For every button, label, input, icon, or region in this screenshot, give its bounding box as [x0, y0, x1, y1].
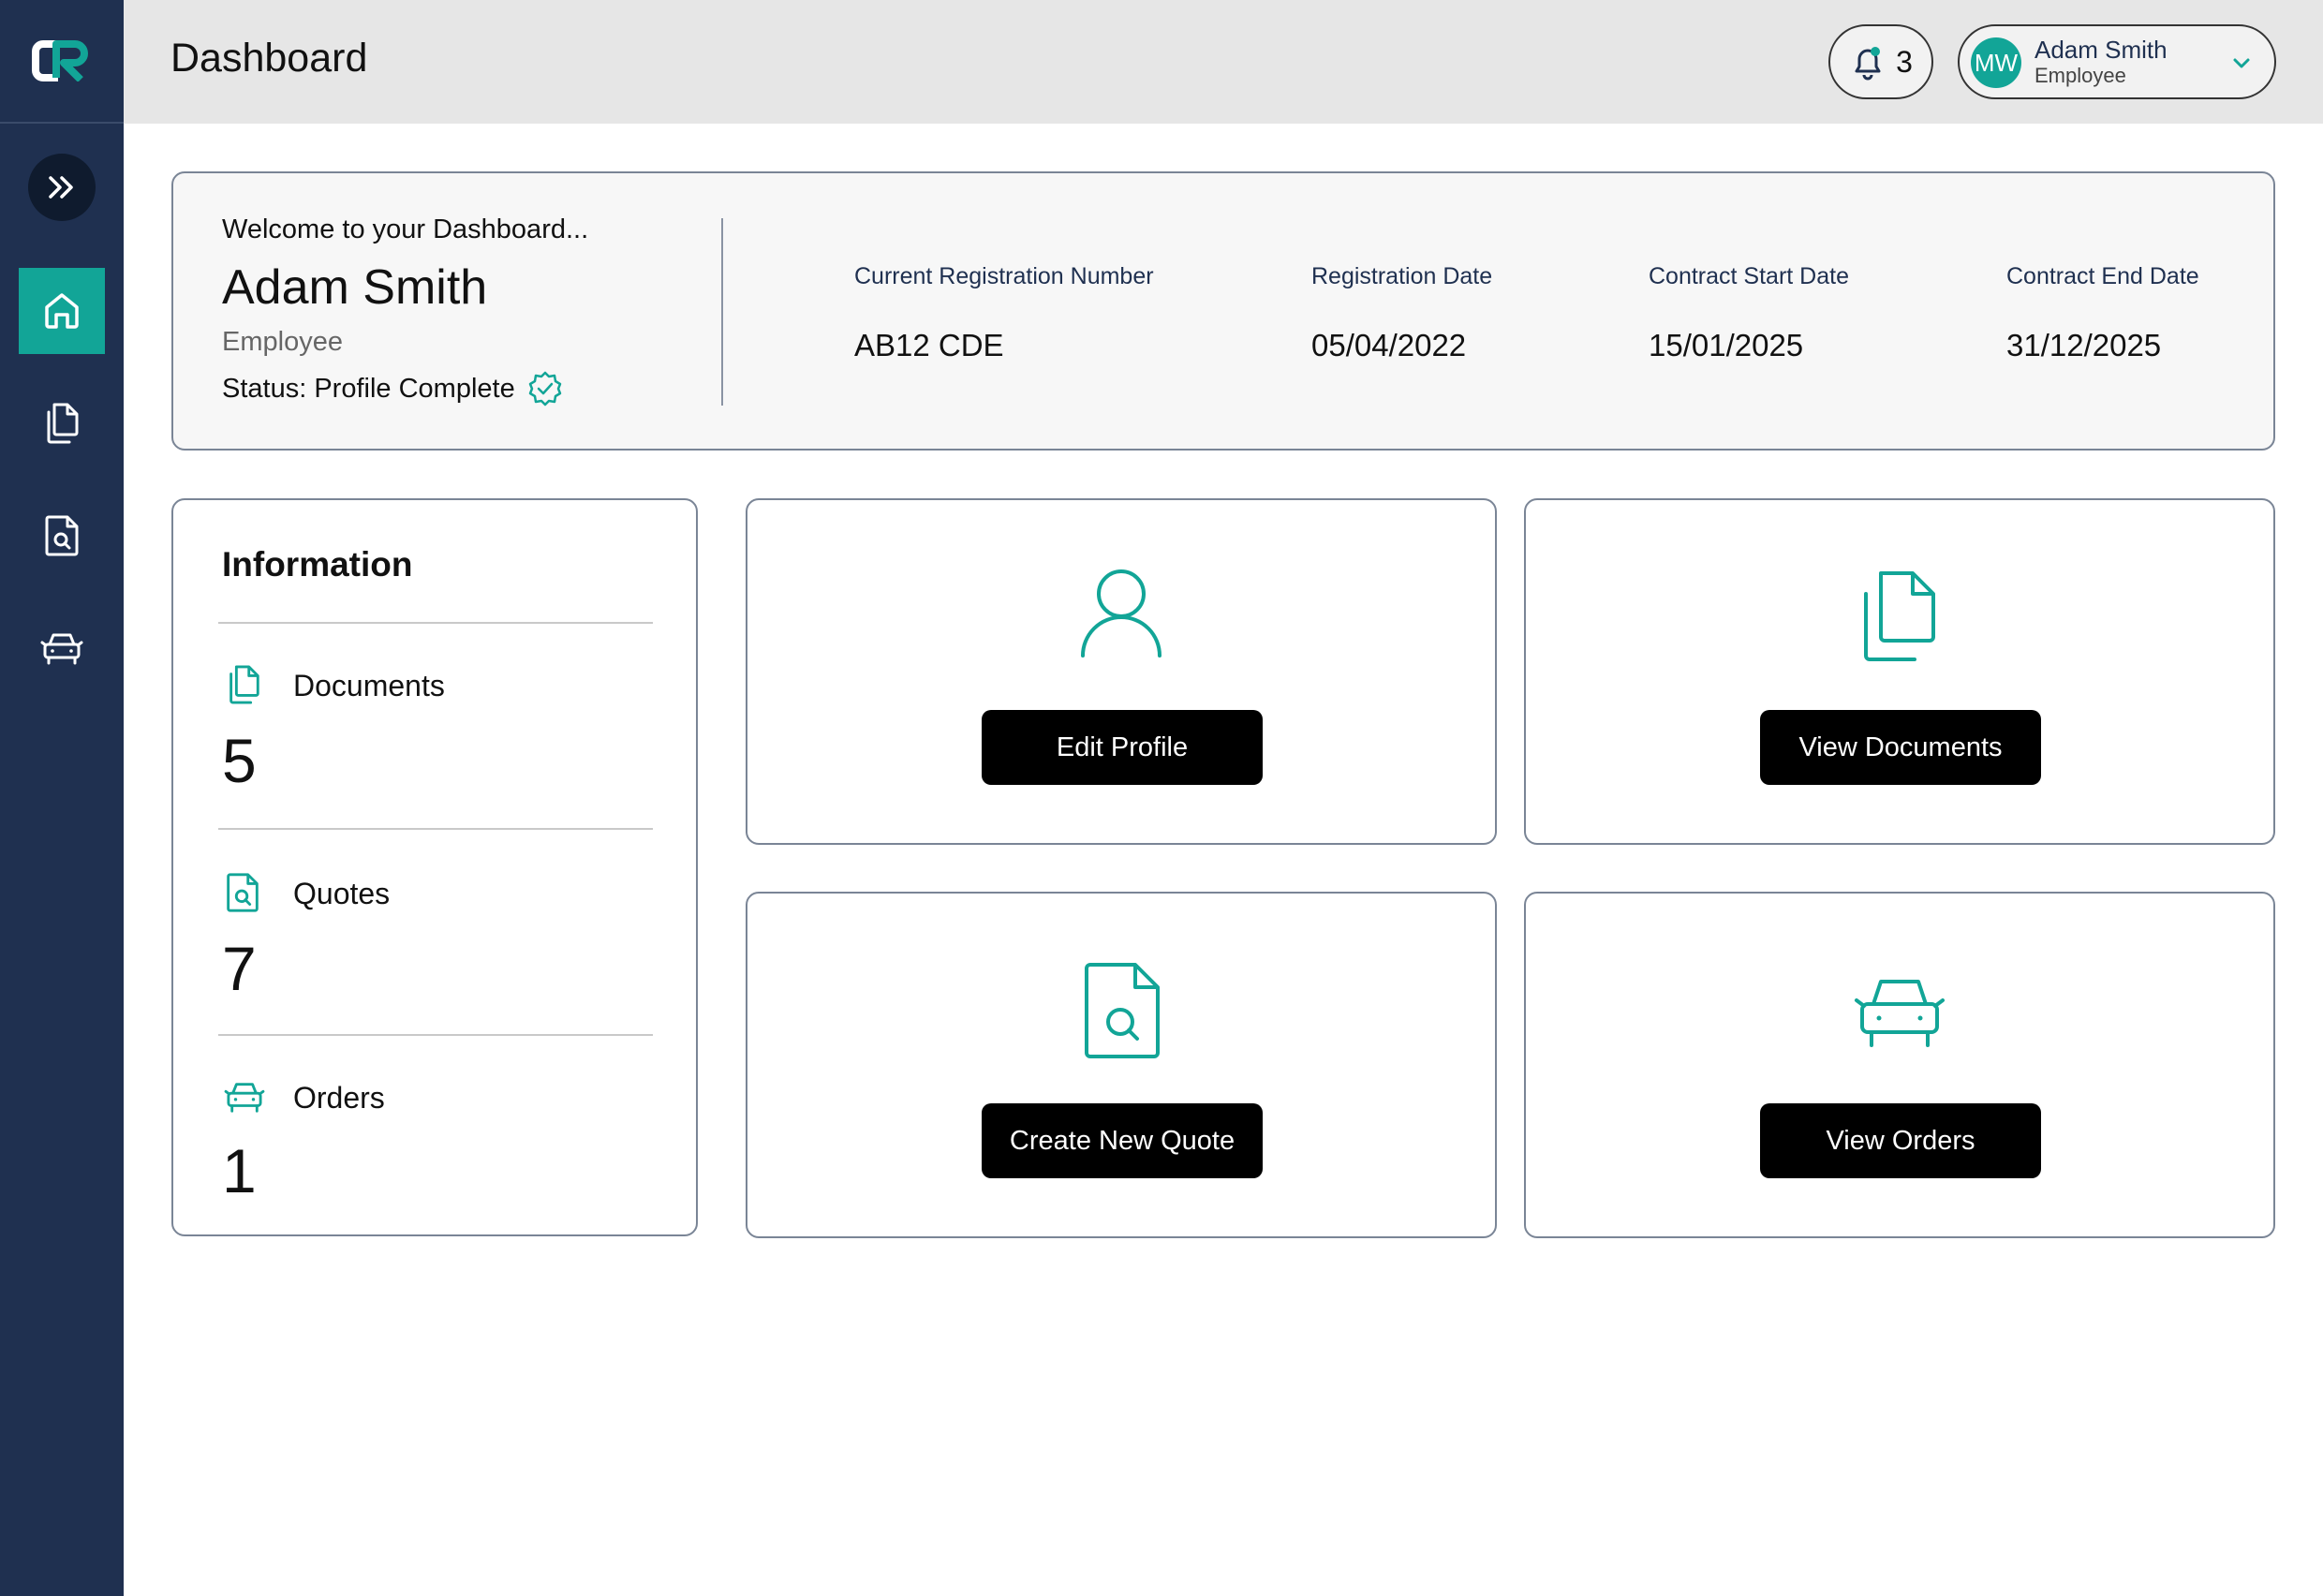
file-search-icon [1085, 963, 1160, 1058]
quotes-count: 7 [222, 934, 257, 1003]
orders-label: Orders [293, 1081, 385, 1115]
user-menu[interactable]: MW Adam Smith Employee [1958, 24, 2276, 99]
home-icon [45, 293, 79, 329]
documents-count: 5 [222, 726, 257, 795]
welcome-greeting: Welcome to your Dashboard... [222, 214, 589, 244]
user-role: Employee [2034, 64, 2126, 87]
file-search-icon [227, 873, 259, 912]
documents-icon [1864, 571, 1935, 661]
profile-status-text: Status: Profile Complete [222, 373, 515, 404]
page-title: Dashboard [170, 36, 368, 81]
user-icon [1081, 569, 1162, 658]
registration-number-field: Current Registration Number AB12 CDE [854, 263, 1154, 363]
registration-date-field: Registration Date 05/04/2022 [1311, 263, 1492, 363]
sidebar-item-quotes[interactable] [19, 493, 105, 579]
expand-sidebar-button[interactable] [28, 154, 96, 221]
welcome-divider [721, 218, 723, 406]
field-label: Contract End Date [2006, 263, 2199, 289]
sidebar-item-home[interactable] [19, 268, 105, 354]
divider [218, 1034, 653, 1036]
profile-status: Status: Profile Complete [222, 370, 564, 407]
view-documents-card: View Documents [1524, 498, 2275, 845]
field-value: 15/01/2025 [1649, 328, 1804, 362]
user-name: Adam Smith [2034, 36, 2168, 64]
chevron-down-icon [2233, 58, 2250, 68]
notification-count: 3 [1896, 44, 1913, 79]
edit-profile-button[interactable]: Edit Profile [982, 710, 1263, 785]
information-card: Information Documents 5 Quotes 7 Orders … [171, 498, 698, 1236]
file-search-icon [45, 515, 79, 556]
information-title: Information [222, 545, 413, 584]
divider [218, 828, 653, 830]
top-bar: Dashboard 3 MW Adam Smith Employee [124, 0, 2323, 124]
field-value: 31/12/2025 [2006, 328, 2162, 362]
chevrons-right-icon [49, 176, 73, 199]
view-orders-card: View Orders [1524, 892, 2275, 1238]
avatar: MW [1971, 37, 2021, 88]
sidebar-item-documents[interactable] [19, 380, 105, 466]
create-quote-card: Create New Quote [746, 892, 1497, 1238]
car-icon [40, 633, 83, 665]
create-quote-button[interactable]: Create New Quote [982, 1103, 1263, 1178]
field-value: AB12 CDE [854, 328, 1004, 362]
orders-count: 1 [222, 1136, 257, 1205]
field-label: Contract Start Date [1649, 263, 1849, 289]
sidebar-item-orders[interactable] [19, 605, 105, 691]
car-icon-wrap [1526, 972, 2273, 1051]
quotes-label: Quotes [293, 877, 391, 910]
verified-badge-icon [528, 371, 561, 406]
welcome-name: Adam Smith [222, 260, 488, 315]
welcome-role: Employee [222, 327, 343, 357]
documents-icon [229, 665, 259, 704]
edit-profile-card: Edit Profile [746, 498, 1497, 845]
notifications-button[interactable]: 3 [1828, 24, 1933, 99]
user-icon-wrap [747, 568, 1495, 658]
divider [218, 622, 653, 624]
field-value: 05/04/2022 [1311, 328, 1467, 362]
file-search-icon-wrap [747, 961, 1495, 1060]
welcome-card: Welcome to your Dashboard... Adam Smith … [171, 171, 2275, 451]
documents-label: Documents [293, 669, 445, 702]
view-orders-button[interactable]: View Orders [1760, 1103, 2041, 1178]
view-documents-button[interactable]: View Documents [1760, 710, 2041, 785]
brand-logo[interactable] [0, 0, 124, 124]
sidebar [0, 0, 124, 1596]
bell-icon [1855, 47, 1881, 81]
contract-start-date-field: Contract Start Date 15/01/2025 [1649, 263, 1849, 363]
documents-icon-wrap [1526, 569, 2273, 663]
logo-icon [32, 40, 88, 81]
documents-icon [47, 403, 79, 444]
field-label: Registration Date [1311, 263, 1493, 289]
contract-end-date-field: Contract End Date 31/12/2025 [2006, 263, 2199, 363]
car-icon [1855, 980, 1945, 1047]
field-label: Current Registration Number [854, 263, 1154, 289]
car-icon [224, 1083, 265, 1113]
